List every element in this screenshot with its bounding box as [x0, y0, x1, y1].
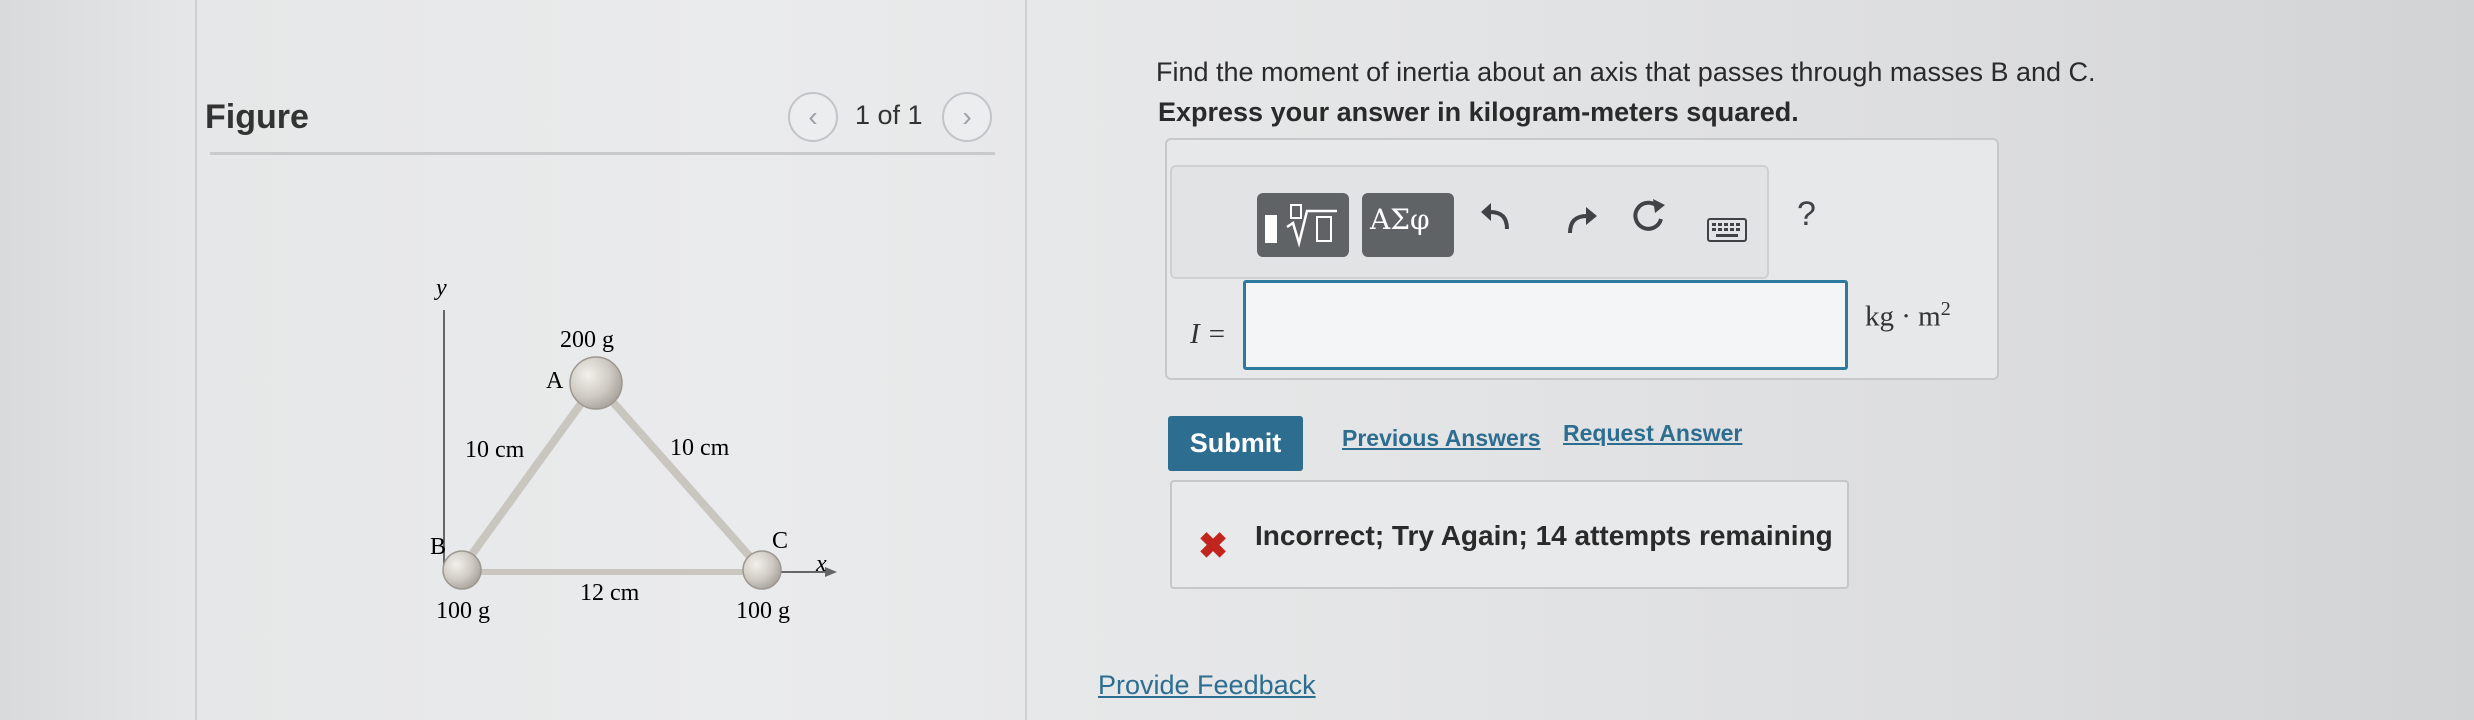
- mass-a-label: A: [546, 368, 564, 394]
- x-axis-label: x: [815, 551, 827, 577]
- fraction-radical-icon: [1265, 204, 1337, 248]
- triangle-diagram: y x 200 g A 10 cm 10 cm B C 12 cm 100 g …: [430, 275, 837, 624]
- mass-a: [569, 356, 623, 410]
- mass-c-value: 100 g: [736, 598, 790, 624]
- math-toolbar: ΑΣφ ?: [1170, 165, 1816, 279]
- answer-input[interactable]: [1243, 280, 1848, 370]
- figure-divider: [210, 152, 995, 155]
- side-bc-label: 12 cm: [580, 580, 640, 606]
- x-axis-arrow: [825, 567, 837, 577]
- side-ac-label: 10 cm: [670, 435, 730, 461]
- previous-figure-button[interactable]: ‹: [788, 92, 838, 142]
- reset-button[interactable]: [1627, 195, 1669, 246]
- submit-button[interactable]: Submit: [1168, 416, 1303, 471]
- answer-variable-label: I =: [1190, 318, 1227, 350]
- chevron-left-icon: ‹: [808, 101, 818, 132]
- mass-a-value: 200 g: [560, 327, 614, 353]
- figure-pager: 1 of 1: [855, 100, 923, 130]
- redo-button[interactable]: [1562, 199, 1602, 248]
- provide-feedback-link[interactable]: Provide Feedback: [1098, 670, 1316, 701]
- unit-exponent: 2: [1940, 298, 1951, 320]
- undo-icon: [1481, 203, 1509, 230]
- greek-label: ΑΣφ: [1370, 203, 1430, 236]
- greek-symbols-button[interactable]: ΑΣφ: [1362, 193, 1454, 257]
- rod-ab: [458, 380, 600, 571]
- side-ab-label: 10 cm: [465, 437, 525, 463]
- keyboard-icon: [1707, 218, 1747, 242]
- undo-button[interactable]: [1477, 197, 1517, 246]
- mass-b-label: B: [430, 534, 446, 560]
- redo-icon: [1568, 207, 1597, 234]
- next-figure-button[interactable]: ›: [942, 92, 992, 142]
- x-mark-icon: ✖: [1198, 525, 1229, 566]
- reset-icon: [1633, 199, 1665, 231]
- mass-b-value: 100 g: [436, 598, 490, 624]
- figure-title: Figure: [205, 98, 309, 136]
- templates-button[interactable]: [1257, 193, 1349, 257]
- mass-c: [742, 550, 782, 590]
- mass-b: [442, 550, 482, 590]
- answer-unit-label: kg · m2: [1865, 298, 1951, 333]
- request-answer-link[interactable]: Request Answer: [1563, 420, 1742, 447]
- help-button[interactable]: ?: [1797, 195, 1816, 234]
- keyboard-button[interactable]: [1707, 207, 1747, 251]
- chevron-right-icon: ›: [962, 101, 972, 132]
- mass-c-label: C: [772, 528, 788, 554]
- y-axis-label: y: [434, 275, 447, 301]
- question-prompt: Find the moment of inertia about an axis…: [1156, 57, 2096, 87]
- panel-divider: [1025, 0, 1027, 720]
- feedback-message: Incorrect; Try Again; 14 attempts remain…: [1255, 520, 1833, 551]
- rod-ac: [593, 380, 763, 571]
- question-instruction: Express your answer in kilogram-meters s…: [1158, 97, 1799, 127]
- left-gutter-divider: [195, 0, 197, 720]
- previous-answers-link[interactable]: Previous Answers: [1342, 425, 1541, 452]
